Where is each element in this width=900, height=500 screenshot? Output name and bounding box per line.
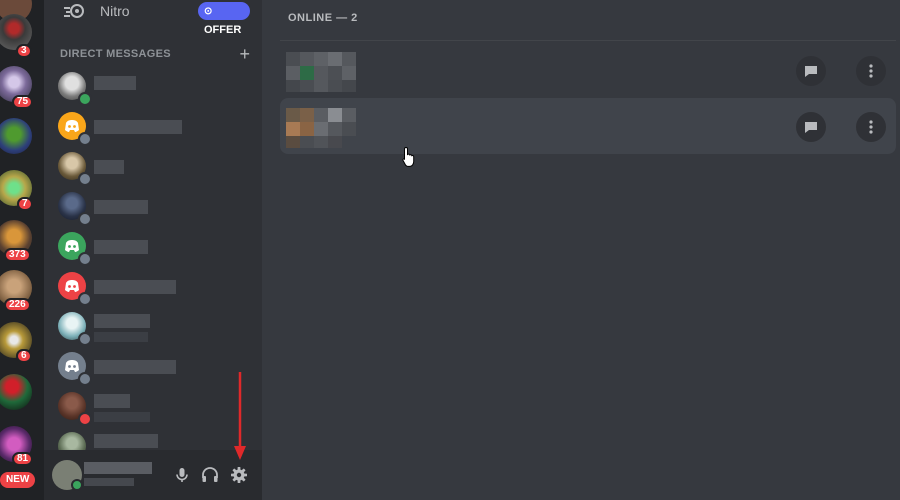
avatar-obscured: [286, 52, 356, 92]
server-badge: 6: [16, 349, 32, 363]
more-options-button[interactable]: [856, 56, 886, 86]
server-badge: 3: [16, 44, 32, 58]
dm-item[interactable]: [52, 308, 254, 348]
user-panel: [44, 450, 262, 500]
offer-badge[interactable]: ⊙ OFFER: [198, 2, 250, 36]
dm-item[interactable]: [52, 108, 254, 148]
dm-name-obscured: [94, 76, 136, 90]
dm-name-obscured: [94, 120, 182, 134]
dm-item[interactable]: [52, 268, 254, 308]
user-tag-obscured: [84, 478, 134, 486]
status-offline-icon: [78, 332, 92, 346]
microphone-icon[interactable]: [172, 465, 192, 485]
status-offline-icon: [78, 372, 92, 386]
direct-messages-label: DIRECT MESSAGES: [60, 48, 171, 60]
status-offline-icon: [78, 132, 92, 146]
online-count-label: ONLINE — 2: [288, 12, 358, 24]
dm-name-obscured: [94, 160, 124, 174]
dm-name-obscured: [94, 360, 176, 374]
vertical-dots-icon: [869, 120, 873, 134]
chat-bubble-icon: [805, 122, 817, 133]
dm-item[interactable]: [52, 148, 254, 188]
nitro-item[interactable]: Nitro ⊙ OFFER: [60, 0, 250, 36]
friend-row[interactable]: [280, 98, 896, 154]
username-obscured: [84, 462, 152, 474]
new-badge[interactable]: NEW: [0, 472, 36, 488]
server-badge: 75: [12, 95, 34, 109]
dm-item[interactable]: [52, 188, 254, 228]
server-badge: 226: [4, 298, 31, 312]
offer-label: OFFER: [204, 24, 242, 36]
chat-bubble-icon: [805, 66, 817, 77]
dm-name-obscured: [94, 394, 130, 408]
server-icon[interactable]: [0, 118, 32, 154]
status-offline-icon: [78, 252, 92, 266]
server-icon[interactable]: [0, 374, 32, 410]
nitro-label: Nitro: [100, 3, 130, 19]
dm-name-obscured: [94, 314, 150, 328]
headphones-icon[interactable]: [200, 465, 220, 485]
divider: [280, 40, 896, 41]
dm-sidebar: Nitro ⊙ OFFER DIRECT MESSAGES +: [44, 0, 262, 500]
dm-item[interactable]: [52, 428, 254, 450]
server-badge: 7: [17, 197, 33, 211]
dm-item[interactable]: [52, 388, 254, 428]
status-offline-icon: [78, 172, 92, 186]
annotation-arrow: [234, 372, 246, 467]
status-dnd-icon: [78, 412, 92, 426]
status-offline-icon: [78, 292, 92, 306]
server-badge: 373: [4, 248, 31, 262]
hand-cursor-icon: [402, 146, 416, 173]
dm-name-obscured: [94, 240, 148, 254]
avatar-obscured: [286, 108, 356, 148]
status-online-icon: [71, 479, 83, 491]
status-offline-icon: [78, 212, 92, 226]
friend-row[interactable]: [280, 42, 896, 98]
status-online-icon: [78, 92, 92, 106]
message-button[interactable]: [796, 56, 826, 86]
dm-name-obscured: [94, 200, 148, 214]
vertical-dots-icon: [869, 64, 873, 78]
dm-name-obscured: [94, 434, 158, 448]
dm-item[interactable]: [52, 348, 254, 388]
dm-subtext-obscured: [94, 412, 150, 422]
message-button[interactable]: [796, 112, 826, 142]
dm-item[interactable]: [52, 228, 254, 268]
friends-panel: ONLINE — 2: [262, 0, 900, 500]
dm-name-obscured: [94, 280, 176, 294]
avatar: [58, 432, 86, 450]
server-badge: 81: [12, 452, 34, 466]
plus-icon[interactable]: +: [239, 44, 250, 65]
direct-messages-header: DIRECT MESSAGES +: [60, 44, 250, 64]
more-options-button[interactable]: [856, 112, 886, 142]
server-list: 3 75 7 373 226 6 81 NEW: [0, 0, 44, 500]
dm-subtext-obscured: [94, 332, 148, 342]
nitro-icon: [64, 3, 86, 24]
dm-item[interactable]: [52, 68, 254, 108]
gear-icon[interactable]: [229, 465, 249, 485]
offer-icon: ⊙: [204, 6, 213, 17]
